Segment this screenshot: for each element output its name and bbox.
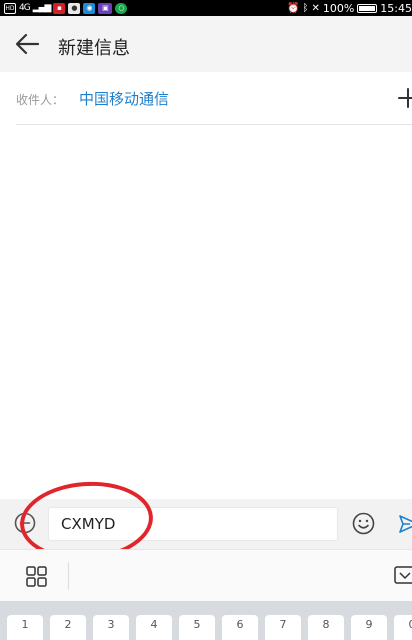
key-5[interactable]: 5 [179,615,215,640]
clock: 15:45 [380,1,412,15]
blue-app-icon: ◉ [83,2,96,14]
status-left: HD 4G ▂▄▆ ▪ ● ◉ ▣ ○ [4,1,128,15]
status-right: ⏰ ᛒ ✕ 100% 15:45 [287,0,412,16]
grid-icon[interactable] [26,566,47,587]
keyboard-collapse-icon[interactable] [394,566,412,586]
keyboard-toolbar [0,549,412,601]
attachment-plus-icon[interactable] [14,512,36,534]
send-arrow-icon[interactable] [398,513,412,535]
plus-icon[interactable] [398,88,412,108]
key-1[interactable]: 1 [7,615,43,640]
message-thread-area [0,126,412,499]
compose-bar [0,499,412,549]
alarm-icon: ⏰ [287,2,300,14]
key-4[interactable]: 4 [136,615,172,640]
network-label: 4G [19,3,31,13]
message-input[interactable] [48,507,338,541]
green-app-icon: ○ [115,2,128,14]
signal-icon: ▂▄▆ [32,3,52,13]
mute-icon: ✕ [311,2,320,14]
key-0[interactable]: 0 [394,615,412,640]
toolbar-divider [68,562,69,590]
bluetooth-icon: ᛒ [302,2,309,14]
key-7[interactable]: 7 [265,615,301,640]
key-3[interactable]: 3 [93,615,129,640]
hd-indicator: HD [4,2,16,14]
smiley-icon[interactable] [352,512,375,535]
recipient-label: 收件人： [16,93,65,107]
key-8[interactable]: 8 [308,615,344,640]
status-bar: HD 4G ▂▄▆ ▪ ● ◉ ▣ ○ ⏰ ᛒ ✕ 100% 15:45 [0,0,412,16]
purple-app-icon: ▣ [98,2,113,14]
soft-keyboard: 1234567890 [0,601,412,640]
key-6[interactable]: 6 [222,615,258,640]
sms-compose-screen: HD 4G ▂▄▆ ▪ ● ◉ ▣ ○ ⏰ ᛒ ✕ 100% 15:45 新建信… [0,0,412,640]
key-2[interactable]: 2 [50,615,86,640]
wechat-icon: ● [68,2,81,14]
recipient-row[interactable]: 收件人： 中国移动通信 [16,72,412,125]
arrow-left-icon[interactable] [14,32,40,56]
battery-icon [357,3,378,13]
app-header: 新建信息 [0,16,412,72]
red-app-icon: ▪ [53,2,66,14]
page-title: 新建信息 [58,38,130,59]
recipient-name[interactable]: 中国移动通信 [79,88,169,109]
key-9[interactable]: 9 [351,615,387,640]
battery-percent: 100% [322,1,355,15]
